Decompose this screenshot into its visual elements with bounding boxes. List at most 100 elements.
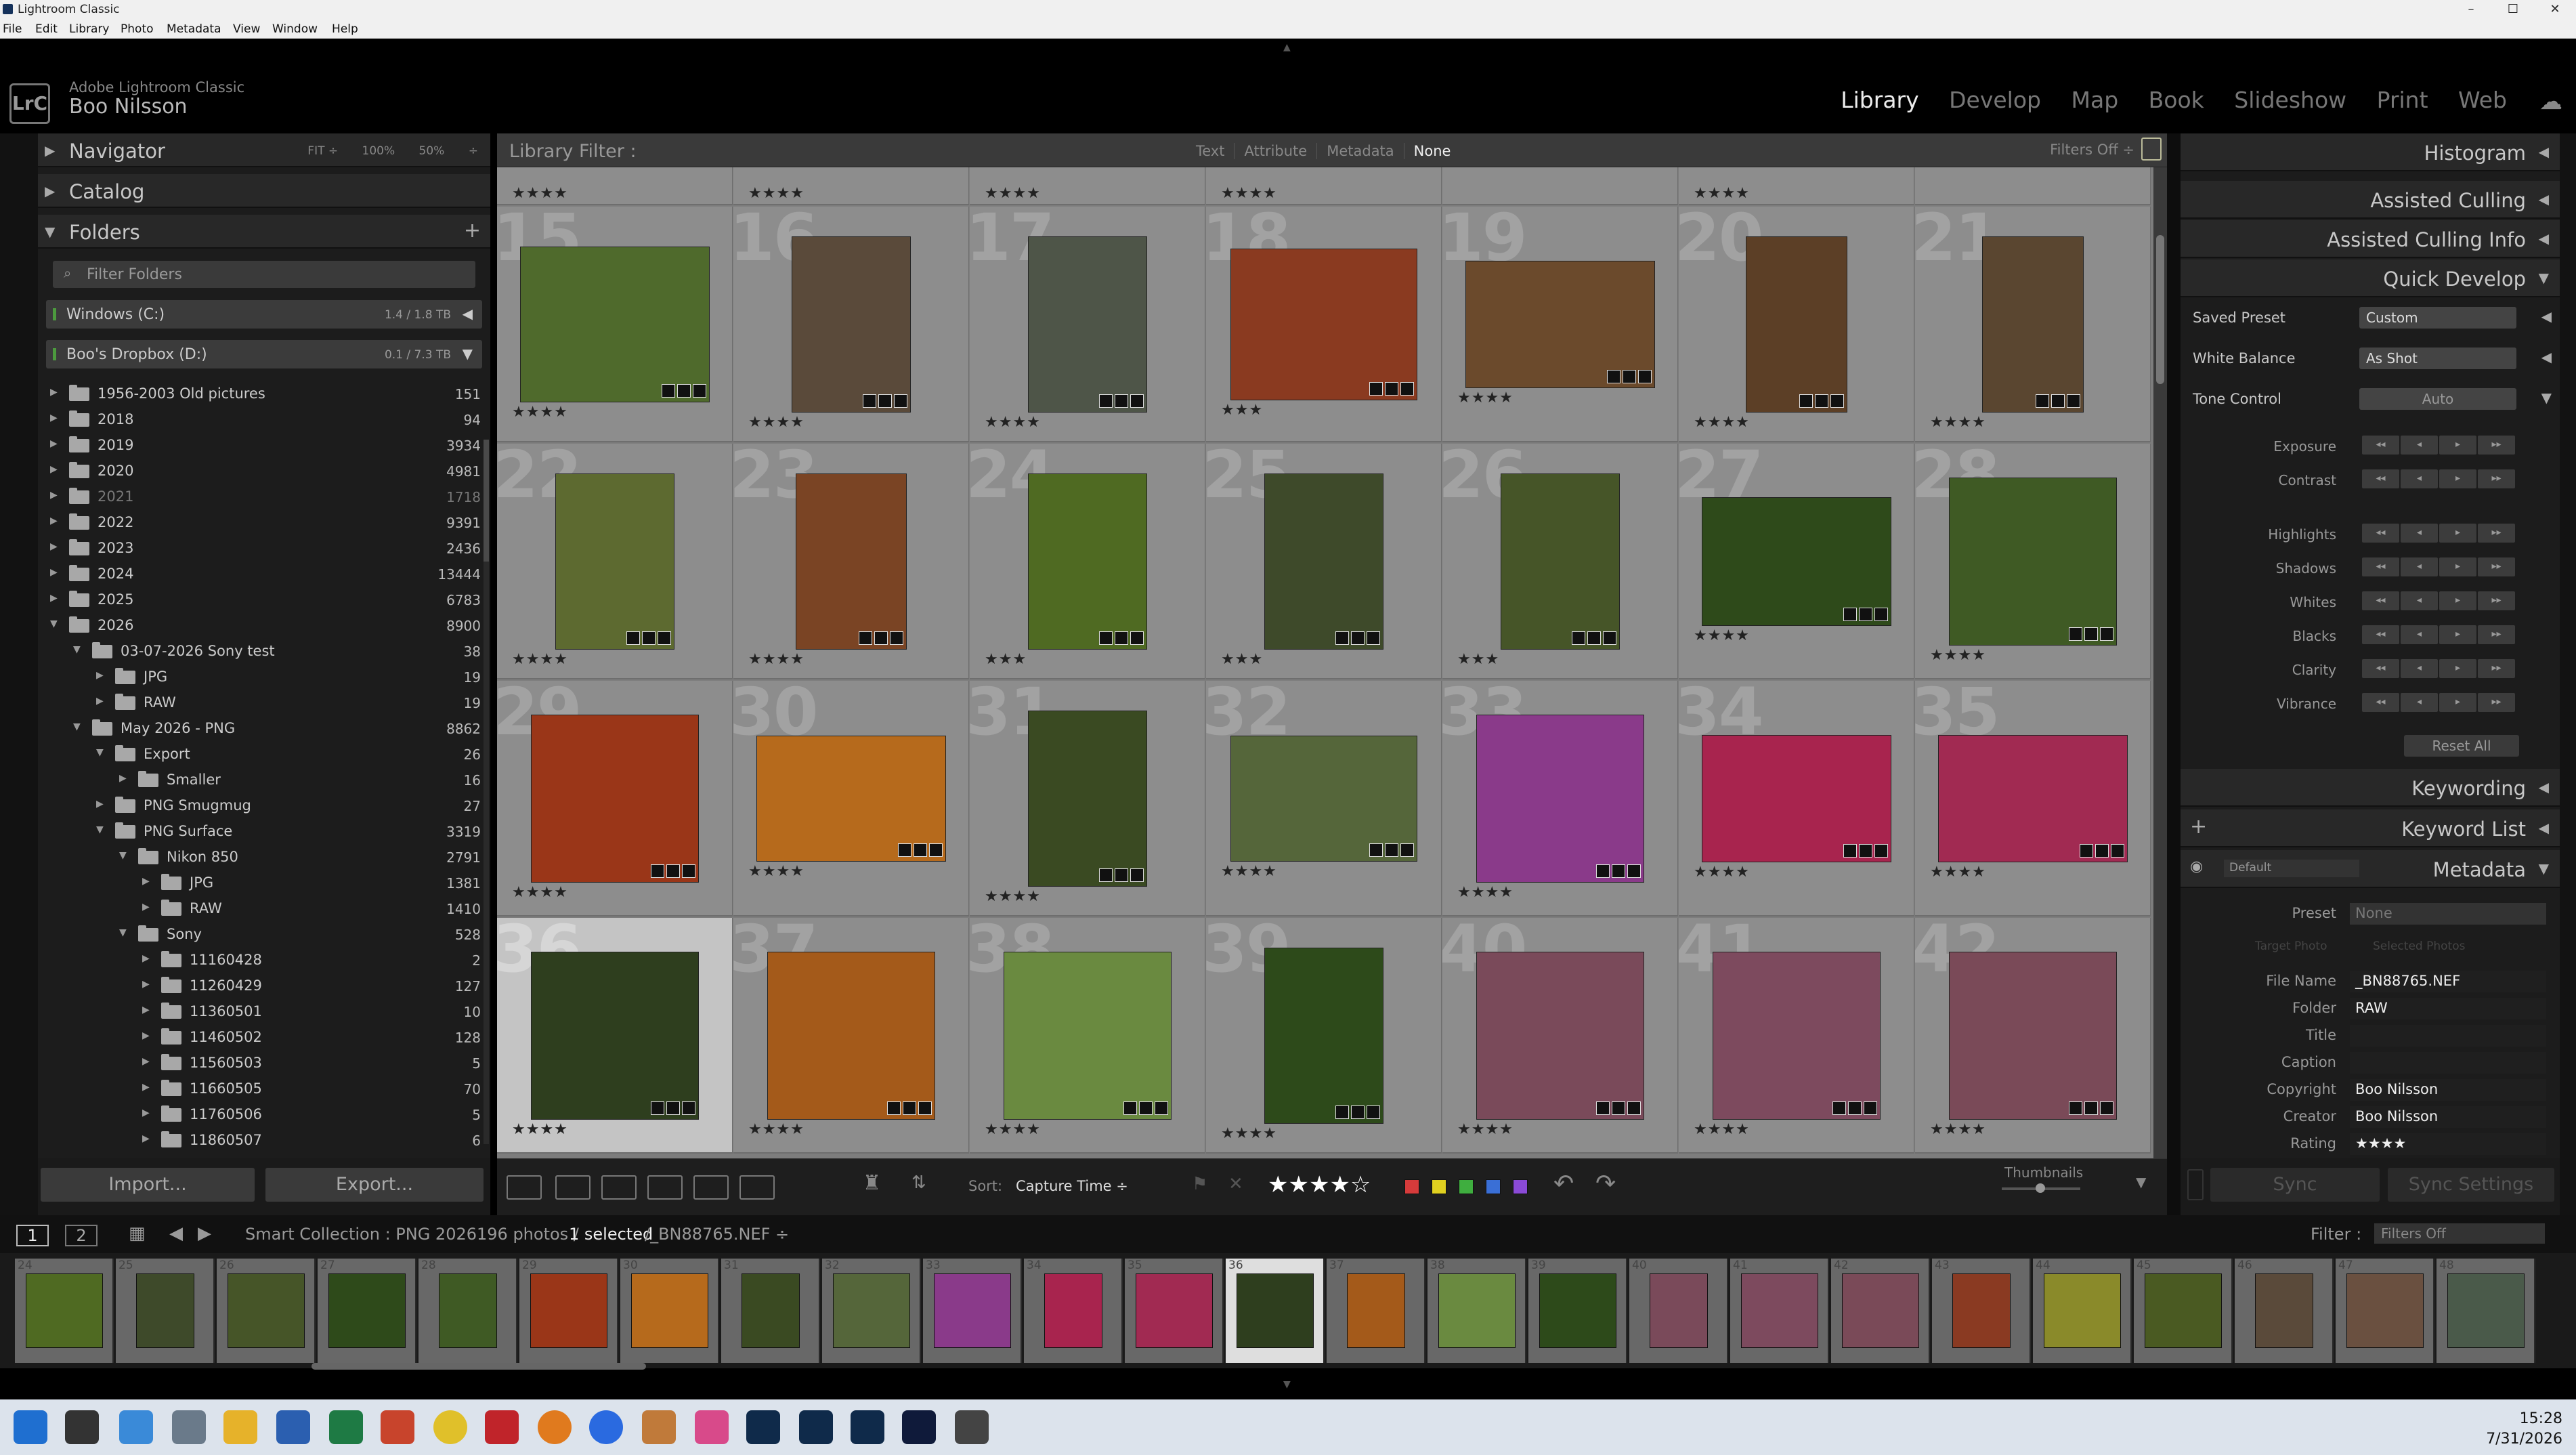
camera-raw-icon[interactable] <box>902 1410 936 1444</box>
grid-cell[interactable]: 17 ★★★★ <box>970 207 1205 442</box>
filmstrip-tile[interactable]: 27 <box>318 1259 416 1363</box>
decrease-small-button[interactable]: ◂ <box>2401 557 2438 576</box>
grid-cell[interactable]: 16 ★★★★ <box>733 207 969 442</box>
cell-rating-stars[interactable]: ★★★★ <box>1457 884 1514 901</box>
filmstrip-thumbnail[interactable] <box>1136 1273 1213 1348</box>
filmstrip-thumbnail[interactable] <box>2447 1273 2525 1348</box>
settings-icon[interactable] <box>172 1410 206 1444</box>
folder-row[interactable]: ▼ Sony 528 <box>38 922 490 948</box>
folder-expanded-icon[interactable]: ▼ <box>96 824 104 835</box>
folder-row[interactable]: ▶ 11260429 127 <box>38 973 490 999</box>
badge-collection-icon[interactable] <box>1612 864 1625 878</box>
catalog-header[interactable]: ▶ Catalog <box>38 174 490 208</box>
photo-thumbnail[interactable] <box>1230 736 1417 862</box>
filmstrip-tile[interactable]: 26 <box>217 1259 316 1363</box>
filmstrip-thumbnail[interactable] <box>136 1273 194 1348</box>
photo-thumbnail[interactable] <box>1501 473 1620 650</box>
filmstrip-thumbnail[interactable] <box>833 1273 910 1348</box>
folder-row[interactable]: ▶ 11360501 10 <box>38 999 490 1025</box>
badge-keyword-icon[interactable] <box>1843 608 1857 621</box>
decrease-large-button[interactable]: ◂◂ <box>2362 469 2399 488</box>
increase-large-button[interactable]: ▸▸ <box>2478 469 2515 488</box>
filmstrip-tile[interactable]: 39 <box>1528 1259 1627 1363</box>
cell-rating-stars[interactable]: ★★★ <box>1221 651 1263 668</box>
saved-preset-dropdown[interactable]: Custom <box>2359 307 2516 329</box>
cell-rating-stars[interactable]: ★★★★ <box>512 651 568 668</box>
badge-collection-icon[interactable] <box>903 1101 916 1115</box>
photo-thumbnail[interactable] <box>1028 473 1147 650</box>
menu-window[interactable]: Window <box>272 22 318 36</box>
cell-rating-stars[interactable]: ★★★★ <box>1694 1121 1750 1138</box>
assisted-culling-info-header[interactable]: Assisted Culling Info ◀ <box>2181 220 2560 258</box>
grid-cell[interactable]: 33★★★★ <box>1442 681 1678 916</box>
keywording-header[interactable]: Keywording ◀ <box>2181 769 2560 807</box>
filmstrip-filter-dropdown[interactable]: Filters Off <box>2374 1223 2545 1244</box>
badge-keyword-icon[interactable] <box>1369 382 1383 396</box>
folder-scroll-thumb[interactable] <box>484 440 489 562</box>
folder-row[interactable]: ▶ 2018 94 <box>38 407 490 433</box>
filmstrip-tile[interactable]: 34 <box>1024 1259 1123 1363</box>
badge-collection-icon[interactable] <box>642 631 656 645</box>
folder-collapsed-icon[interactable]: ▶ <box>50 593 58 604</box>
lightroom-taskbar-icon[interactable] <box>746 1410 780 1444</box>
metadata-header[interactable]: ◉ Default Metadata ▼ <box>2181 850 2560 888</box>
bottom-panel-arrow-icon[interactable]: ▼ <box>1283 1379 1291 1390</box>
volume-arrow-icon[interactable]: ▼ <box>463 345 473 362</box>
decrease-large-button[interactable]: ◂◂ <box>2362 659 2399 678</box>
grid-cell[interactable]: 42★★★★ <box>1915 918 2151 1154</box>
photo-thumbnail[interactable] <box>1264 948 1383 1124</box>
cell-rating-stars[interactable]: ★★★ <box>985 651 1027 668</box>
badge-keyword-icon[interactable] <box>626 631 640 645</box>
folder-row[interactable]: ▶ Smaller 16 <box>38 767 490 793</box>
filmstrip-tile[interactable]: 35 <box>1125 1259 1224 1363</box>
badge-keyword-icon[interactable] <box>2080 844 2093 858</box>
badge-develop-icon[interactable] <box>658 631 671 645</box>
cell-rating-stars[interactable]: ★★★★ <box>748 651 804 668</box>
folder-row[interactable]: ▶ PNG Smugmug 27 <box>38 793 490 819</box>
decrease-small-button[interactable]: ◂ <box>2401 659 2438 678</box>
badge-develop-icon[interactable] <box>2111 844 2124 858</box>
filmstrip-tile[interactable]: 29 <box>519 1259 618 1363</box>
main-display-button[interactable]: 1 <box>16 1225 49 1246</box>
grid-cell[interactable]: 34 ★★★★ <box>1679 681 1914 916</box>
auto-sync-switch[interactable] <box>2187 1169 2204 1200</box>
filmstrip-tile[interactable]: 41 <box>1730 1259 1829 1363</box>
rating-stars[interactable]: ★★★★☆ <box>1268 1171 1371 1198</box>
cell-rating-stars[interactable]: ★★★★ <box>512 884 568 901</box>
word-icon[interactable] <box>276 1410 310 1444</box>
badge-keyword-icon[interactable] <box>1099 631 1113 645</box>
folder-row[interactable]: ▶ 1956-2003 Old pictures 151 <box>38 381 490 407</box>
instagram-icon[interactable] <box>695 1410 729 1444</box>
badge-develop-icon[interactable] <box>1638 370 1652 383</box>
folder-row[interactable]: ▶ 11860507 6 <box>38 1128 490 1154</box>
filmstrip-tile[interactable]: 43 <box>1932 1259 2031 1363</box>
filmstrip-thumbnail[interactable] <box>631 1273 708 1348</box>
folder-expanded-icon[interactable]: ▼ <box>119 927 127 938</box>
folder-collapsed-icon[interactable]: ▶ <box>50 541 58 552</box>
cell-rating-stars[interactable]: ★★★★ <box>1694 864 1750 881</box>
filter-preset-dropdown[interactable]: Filters Off ÷ <box>2050 142 2134 158</box>
filmstrip-thumbnail[interactable] <box>742 1273 800 1348</box>
badge-collection-icon[interactable] <box>1815 394 1828 408</box>
folder-collapsed-icon[interactable]: ▶ <box>142 902 150 912</box>
cell-rating-stars[interactable]: ★★★★ <box>1457 1121 1514 1138</box>
folder-row[interactable]: ▶ 2022 9391 <box>38 510 490 536</box>
filmstrip-thumbnail[interactable] <box>1438 1273 1516 1348</box>
badge-collection-icon[interactable] <box>1115 868 1128 882</box>
decrease-small-button[interactable]: ◂ <box>2401 591 2438 610</box>
secondary-display-icon[interactable] <box>739 1175 775 1200</box>
grid-scroll-thumb[interactable] <box>2156 235 2164 384</box>
filmstrip-tile[interactable]: 44 <box>2033 1259 2132 1363</box>
filmstrip-thumbnail[interactable] <box>1952 1273 2011 1348</box>
badge-keyword-icon[interactable] <box>1607 370 1620 383</box>
filename-dropdown[interactable]: /_BN88765.NEF ÷ <box>645 1225 789 1244</box>
menu-library[interactable]: Library <box>69 22 109 36</box>
maximize-button[interactable]: ☐ <box>2492 0 2534 20</box>
filmstrip-tile[interactable]: 47 <box>2336 1259 2434 1363</box>
folder-collapsed-icon[interactable]: ▶ <box>142 1133 150 1144</box>
grid-cell-partial[interactable]: ★★★★ <box>970 167 1205 205</box>
decrease-small-button[interactable]: ◂ <box>2401 469 2438 488</box>
cell-rating-stars[interactable]: ★★★★ <box>1694 414 1750 431</box>
cell-rating-stars[interactable]: ★★★★ <box>1457 389 1514 406</box>
decrease-large-button[interactable]: ◂◂ <box>2362 591 2399 610</box>
